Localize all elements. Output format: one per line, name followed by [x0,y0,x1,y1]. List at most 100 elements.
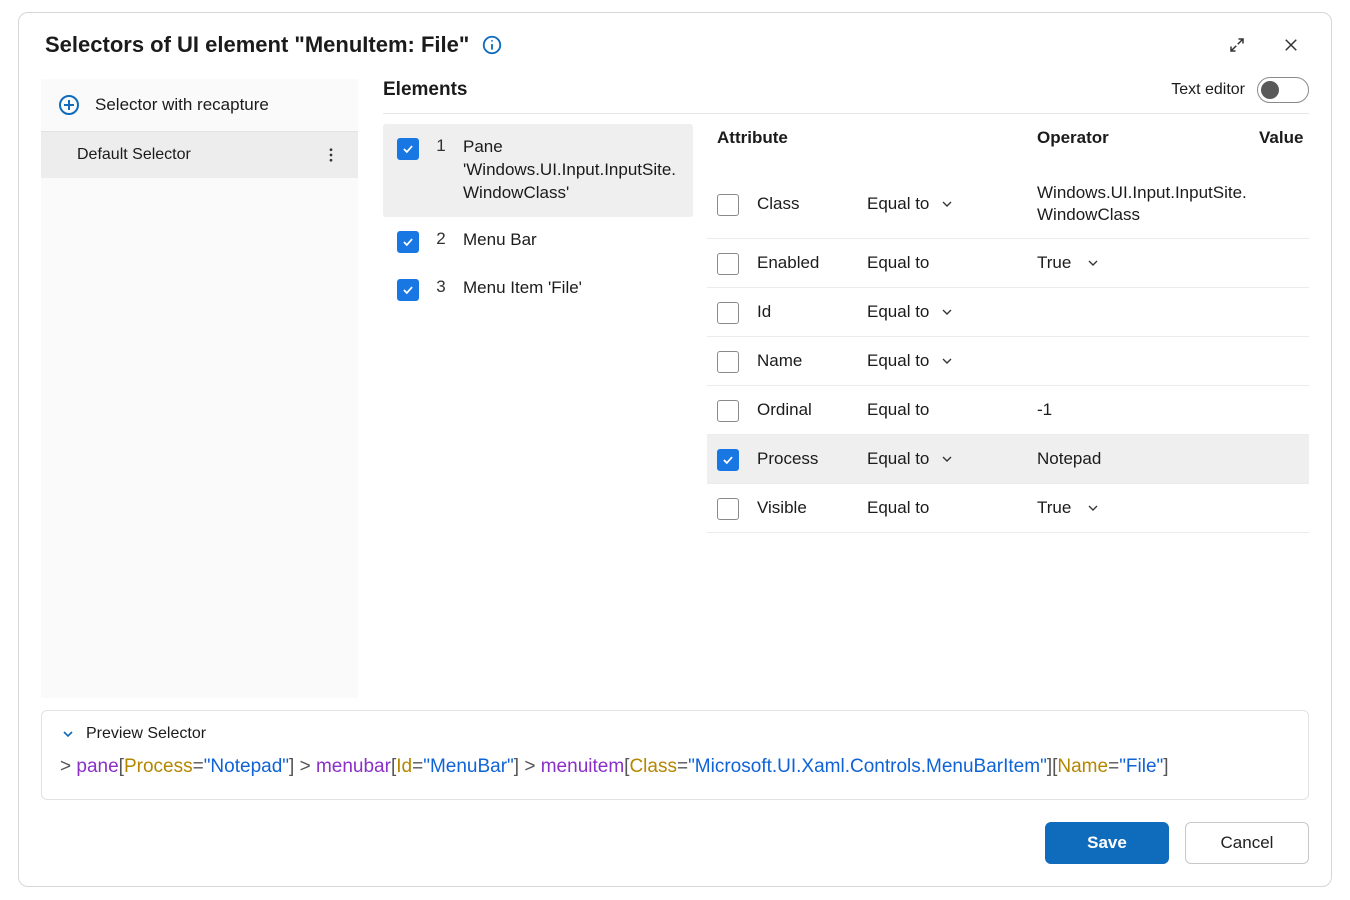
selector-token: Id [396,756,412,777]
attribute-checkbox[interactable] [717,400,739,422]
selector-token: = [193,756,204,777]
selector-token: pane [76,756,118,777]
text-editor-label: Text editor [1171,81,1245,99]
attribute-operator[interactable]: Equal to [867,449,1027,469]
header-value: Value [1259,128,1299,148]
element-row[interactable]: 3 Menu Item 'File' [383,265,693,313]
preview-selector-panel: Preview Selector > pane[Process="Notepad… [41,710,1309,801]
attribute-value[interactable]: Windows.UI.Input.InputSite.WindowClass [1037,182,1249,226]
more-vertical-icon[interactable] [314,146,348,164]
selector-token: = [677,756,688,777]
element-checkbox[interactable] [397,279,419,301]
element-checkbox[interactable] [397,138,419,160]
selector-token: > [60,756,76,777]
element-row[interactable]: 2 Menu Bar [383,217,693,265]
attribute-operator[interactable]: Equal to [867,194,1027,214]
selector-token: "Notepad" [204,756,289,777]
attribute-row[interactable]: Class Equal to Windows.UI.Input.InputSite.… [707,170,1309,239]
chevron-down-icon[interactable] [939,196,955,212]
selector-list-sidebar: Selector with recapture Default Selector [41,79,359,698]
attribute-row[interactable]: Id Equal to [707,288,1309,337]
attribute-name: Visible [757,498,857,518]
selector-token: "File" [1119,756,1163,777]
plus-circle-icon [57,93,81,117]
selector-token: = [412,756,423,777]
selector-item[interactable]: Default Selector [41,132,358,178]
preview-label: Preview Selector [86,725,206,743]
attribute-row[interactable]: Enabled Equal to True [707,239,1309,288]
attribute-row[interactable]: Ordinal Equal to -1 [707,386,1309,435]
selector-token: "Microsoft.UI.Xaml.Controls.MenuBarItem" [688,756,1047,777]
chevron-down-icon [60,726,76,742]
selector-token: Process [124,756,193,777]
text-editor-toggle[interactable] [1257,77,1309,103]
preview-selector-text: > pane[Process="Notepad"] > menubar[Id="… [60,753,1290,782]
attribute-value[interactable]: True [1037,252,1249,274]
elements-list: 1 Pane 'Windows.UI.Input.InputSite.Window… [383,124,693,698]
element-label: Menu Bar [463,229,679,252]
attribute-checkbox[interactable] [717,253,739,275]
header-attribute: Attribute [717,128,857,148]
selector-token: menubar [316,756,391,777]
info-icon[interactable] [481,34,503,56]
attribute-checkbox[interactable] [717,449,739,471]
preview-toggle[interactable]: Preview Selector [60,725,1290,743]
attribute-value[interactable]: Notepad [1037,448,1249,470]
chevron-down-icon[interactable] [1085,255,1101,271]
attribute-operator[interactable]: Equal to [867,351,1027,371]
attribute-row[interactable]: Visible Equal to True [707,484,1309,533]
attribute-checkbox[interactable] [717,194,739,216]
element-index: 1 [433,136,449,156]
attributes-panel: Attribute Operator Value Class Equal to Wi… [693,124,1309,698]
attribute-value[interactable]: -1 [1037,399,1249,421]
attribute-checkbox[interactable] [717,498,739,520]
text-editor-toggle-group: Text editor [1171,77,1309,103]
attribute-operator[interactable]: Equal to [867,498,1027,518]
attribute-value[interactable]: True [1037,497,1249,519]
attribute-row[interactable]: Process Equal to Notepad [707,435,1309,484]
element-checkbox[interactable] [397,231,419,253]
element-row[interactable]: 1 Pane 'Windows.UI.Input.InputSite.Window… [383,124,693,217]
selector-token: = [1108,756,1119,777]
chevron-down-icon[interactable] [1085,500,1101,516]
attribute-name: Id [757,302,857,322]
attribute-operator[interactable]: Equal to [867,253,1027,273]
attribute-operator[interactable]: Equal to [867,400,1027,420]
selector-token: Name [1057,756,1108,777]
element-index: 3 [433,277,449,297]
attribute-name: Enabled [757,253,857,273]
element-index: 2 [433,229,449,249]
attribute-row[interactable]: Name Equal to [707,337,1309,386]
selector-token: ] > [514,756,541,777]
selector-token: "MenuBar" [423,756,514,777]
attribute-operator[interactable]: Equal to [867,302,1027,322]
dialog-footer: Save Cancel [19,800,1331,886]
expand-icon[interactable] [1223,31,1251,59]
attribute-name: Class [757,194,857,214]
elements-heading: Elements [383,79,467,101]
selector-item-label: Default Selector [77,146,191,164]
attribute-checkbox[interactable] [717,302,739,324]
attributes-header-row: Attribute Operator Value [707,124,1309,170]
selector-token: ] [1163,756,1168,777]
add-selector-button[interactable]: Selector with recapture [41,79,358,132]
close-icon[interactable] [1277,31,1305,59]
attribute-name: Ordinal [757,400,857,420]
save-button[interactable]: Save [1045,822,1169,864]
dialog-title: Selectors of UI element "MenuItem: File" [45,32,469,58]
chevron-down-icon[interactable] [939,353,955,369]
selector-token: ] > [289,756,316,777]
chevron-down-icon[interactable] [939,304,955,320]
element-label: Pane 'Windows.UI.Input.InputSite.WindowC… [463,136,679,205]
attribute-name: Name [757,351,857,371]
header-operator: Operator [1037,128,1249,148]
attribute-name: Process [757,449,857,469]
element-label: Menu Item 'File' [463,277,679,300]
chevron-down-icon[interactable] [939,451,955,467]
attribute-checkbox[interactable] [717,351,739,373]
selector-token: Class [629,756,677,777]
cancel-button[interactable]: Cancel [1185,822,1309,864]
selector-token: menuitem [541,756,624,777]
selector-builder-dialog: Selectors of UI element "MenuItem: File" [18,12,1332,887]
add-selector-label: Selector with recapture [95,95,269,115]
